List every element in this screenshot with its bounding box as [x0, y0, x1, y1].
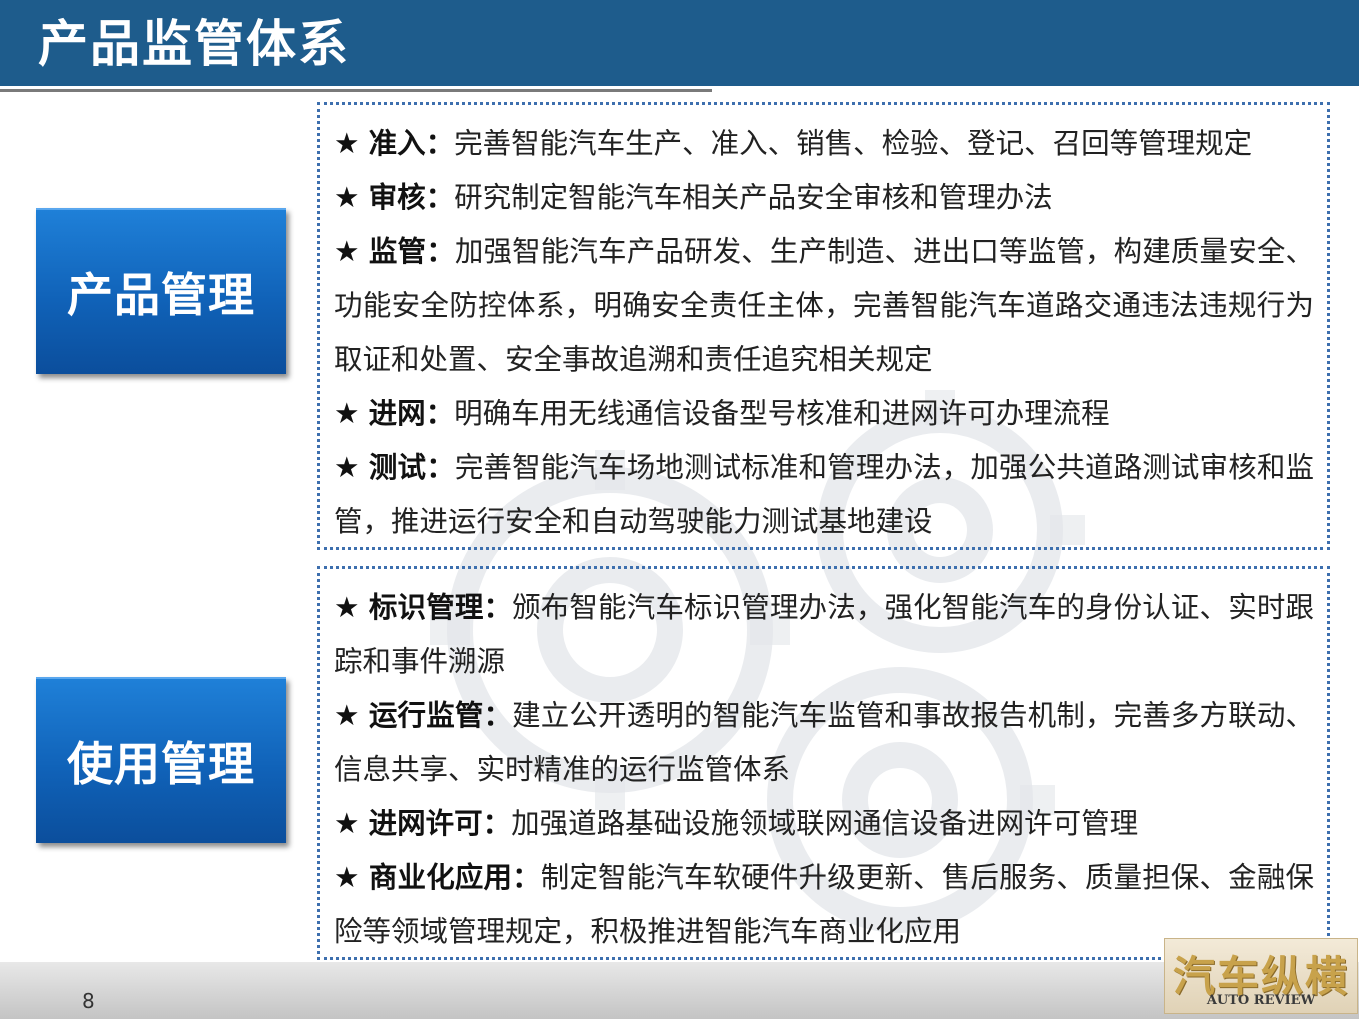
star-icon: ★: [334, 397, 360, 430]
footer-bar: [0, 962, 1359, 1019]
section-label-usage: 使用管理: [36, 677, 286, 843]
item-label: 审核：: [368, 181, 455, 214]
section-label-text: 使用管理: [67, 737, 255, 791]
title-underline: [0, 89, 712, 92]
star-icon: ★: [334, 861, 360, 894]
item-text: 加强道路基础设施领域联网通信设备进网许可管理: [511, 807, 1139, 840]
star-icon: ★: [334, 181, 360, 214]
product-management-panel: ★ 准入：完善智能汽车生产、准入、销售、检验、登记、召回等管理规定 ★ 审核：研…: [317, 102, 1330, 550]
item-label: 运行监管：: [368, 699, 513, 732]
star-icon: ★: [334, 451, 360, 484]
list-item-access: ★ 准入：完善智能汽车生产、准入、销售、检验、登记、召回等管理规定: [334, 117, 1314, 171]
item-label: 监管：: [368, 235, 455, 268]
item-label: 标识管理：: [368, 591, 513, 624]
list-item-operation-supervision: ★ 运行监管：建立公开透明的智能汽车监管和事故报告机制，完善多方联动、信息共享、…: [334, 689, 1314, 797]
item-text: 完善智能汽车生产、准入、销售、检验、登记、召回等管理规定: [454, 127, 1253, 160]
list-item-network-license: ★ 进网许可：加强道路基础设施领域联网通信设备进网许可管理: [334, 797, 1314, 851]
list-item-supervision: ★ 监管：加强智能汽车产品研发、生产制造、进出口等监管，构建质量安全、功能安全防…: [334, 225, 1314, 387]
item-label: 进网：: [368, 397, 455, 430]
list-item-identification: ★ 标识管理：颁布智能汽车标识管理办法，强化智能汽车的身份认证、实时跟踪和事件溯…: [334, 581, 1314, 689]
logo-subtext: AUTO REVIEW: [1206, 993, 1316, 1008]
item-label: 测试：: [368, 451, 455, 484]
section-label-text: 产品管理: [67, 268, 255, 322]
star-icon: ★: [334, 127, 360, 160]
item-text: 完善智能汽车场地测试标准和管理办法，加强公共道路测试审核和监管，推进运行安全和自…: [334, 451, 1314, 538]
page-number: 8: [82, 989, 95, 1013]
usage-management-panel: ★ 标识管理：颁布智能汽车标识管理办法，强化智能汽车的身份认证、实时跟踪和事件溯…: [317, 566, 1330, 960]
section-label-product: 产品管理: [36, 208, 286, 374]
title-bar: 产品监管体系: [0, 0, 1359, 86]
page-title: 产品监管体系: [38, 15, 350, 73]
list-item-review: ★ 审核：研究制定智能汽车相关产品安全审核和管理办法: [334, 171, 1314, 225]
auto-review-logo: 汽车纵横 AUTO REVIEW: [1164, 938, 1358, 1014]
item-label: 商业化应用：: [368, 861, 541, 894]
list-item-network-access: ★ 进网：明确车用无线通信设备型号核准和进网许可办理流程: [334, 387, 1314, 441]
star-icon: ★: [334, 807, 360, 840]
star-icon: ★: [334, 699, 360, 732]
star-icon: ★: [334, 591, 360, 624]
item-text: 明确车用无线通信设备型号核准和进网许可办理流程: [454, 397, 1110, 430]
item-label: 准入：: [368, 127, 455, 160]
item-label: 进网许可：: [368, 807, 512, 840]
star-icon: ★: [334, 235, 360, 268]
item-text: 加强智能汽车产品研发、生产制造、进出口等监管，构建质量安全、功能安全防控体系，明…: [334, 235, 1314, 376]
list-item-testing: ★ 测试：完善智能汽车场地测试标准和管理办法，加强公共道路测试审核和监管，推进运…: [334, 441, 1314, 549]
item-text: 研究制定智能汽车相关产品安全审核和管理办法: [454, 181, 1053, 214]
